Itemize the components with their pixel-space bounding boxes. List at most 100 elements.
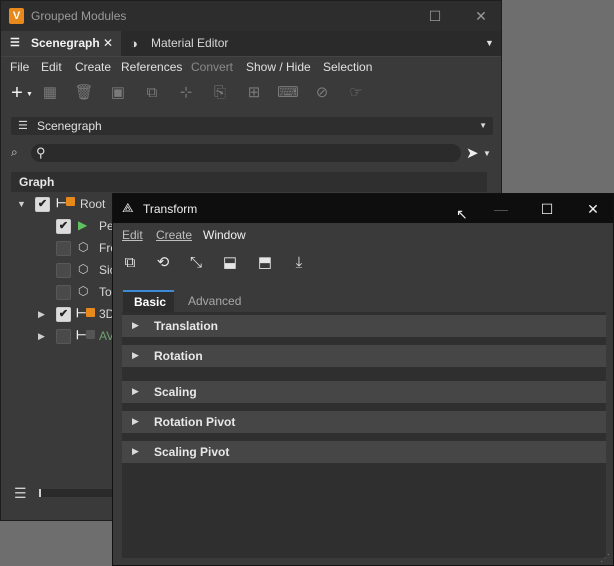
tree-row-side[interactable]: ⬡ Sic xyxy=(1,260,121,282)
menu-edit-label: Edit xyxy=(122,228,143,242)
tree-row-front[interactable]: ⬡ Fro xyxy=(1,238,121,260)
maximize-button[interactable]: ☐ xyxy=(421,5,449,27)
menu-file[interactable]: File xyxy=(10,60,29,74)
menu-create[interactable]: Create xyxy=(156,228,192,242)
add-node-icon[interactable]: + xyxy=(6,82,28,104)
hierarchy-icon[interactable]: ⊞ xyxy=(243,82,265,104)
menu-selection[interactable]: Selection xyxy=(323,60,372,74)
tree-row-root[interactable]: ▼ ✔ ⊢ Root xyxy=(1,194,121,216)
group-rotation[interactable]: ▶ Rotation xyxy=(122,345,606,367)
material-editor-icon: ◑ xyxy=(130,36,138,51)
tab-material-editor[interactable]: ◑ Material Editor xyxy=(125,31,285,56)
tab-menu-chevron-icon[interactable]: ▼ xyxy=(485,38,494,48)
visibility-checkbox[interactable]: ✔ xyxy=(56,307,71,322)
tab-scenegraph[interactable]: ☰ Scenegraph ✕ xyxy=(1,31,121,56)
group-nodes-icon[interactable]: ▦ xyxy=(39,82,61,104)
graph-section-header: Graph xyxy=(11,172,487,192)
expand-arrow-icon: ▶ xyxy=(132,320,139,330)
group-scaling[interactable]: ▶ Scaling xyxy=(122,381,606,403)
group-icon: ⊢ xyxy=(76,306,87,320)
scenegraph-list-icon: ☰ xyxy=(18,120,28,132)
visibility-checkbox[interactable]: ✔ xyxy=(56,219,71,234)
group-color-icon xyxy=(86,308,95,317)
close-button[interactable]: ✕ xyxy=(467,5,495,27)
expand-chevron-icon[interactable]: ▼ xyxy=(17,199,26,209)
menu-convert[interactable]: Convert xyxy=(191,60,233,74)
transform-properties-panel: ▶ Translation ▶ Rotation ▶ Scaling ▶ Rot… xyxy=(122,312,606,558)
move-to-center-icon[interactable]: ⬒ xyxy=(252,250,278,276)
window-title: Grouped Modules xyxy=(31,9,127,23)
tab-material-editor-label: Material Editor xyxy=(151,36,229,50)
reset-rotation-icon[interactable]: ⟲ xyxy=(150,250,176,276)
menu-edit[interactable]: Edit xyxy=(122,228,143,242)
visibility-checkbox[interactable] xyxy=(56,329,71,344)
main-title-bar[interactable]: V Grouped Modules ☐ ✕ xyxy=(1,1,501,31)
hide-icon[interactable]: ⊘ xyxy=(311,82,333,104)
tree-row-top[interactable]: ⬡ To xyxy=(1,282,121,304)
search-input[interactable]: ⚲ xyxy=(31,144,461,162)
tree-row-perspective[interactable]: ✔ ▶ Pe xyxy=(1,216,121,238)
rename-icon[interactable]: ⌨ xyxy=(277,82,299,104)
menu-show-hide[interactable]: Show / Hide xyxy=(246,60,311,74)
pick-menu-chevron-icon[interactable]: ▼ xyxy=(483,149,491,158)
copy-transform-icon[interactable]: ⧉ xyxy=(117,250,143,276)
close-button[interactable]: ✕ xyxy=(579,198,607,220)
transform-title-bar[interactable]: ⟁ Transform ↖ — ☐ ✕ xyxy=(113,194,613,223)
transform-window-title: Transform xyxy=(143,202,198,216)
tree-node-label: To xyxy=(99,285,112,299)
select-children-icon[interactable]: ⧉ xyxy=(141,82,163,104)
menu-create[interactable]: Create xyxy=(75,60,111,74)
group-rotation-pivot[interactable]: ▶ Rotation Pivot xyxy=(122,411,606,433)
pivot-icon[interactable]: ⊹ xyxy=(175,82,197,104)
visibility-checkbox[interactable]: ✔ xyxy=(35,197,50,212)
move-to-pivot-icon[interactable]: ⬓ xyxy=(217,250,243,276)
scene-selector-value: Scenegraph xyxy=(37,119,102,133)
add-node-chevron-icon[interactable]: ▼ xyxy=(26,91,33,98)
scene-selector-dropdown[interactable]: ☰ Scenegraph ▼ xyxy=(11,117,493,135)
search-icon: ⚲ xyxy=(36,145,46,160)
transform-toolbar: ⧉ ⟲ ⤡ ⬓ ⬒ ⤓ xyxy=(113,247,613,277)
dropdown-chevron-icon: ▼ xyxy=(479,121,487,130)
resize-grip-icon[interactable]: ⋰ xyxy=(600,553,610,564)
tab-close-icon[interactable]: ✕ xyxy=(103,31,113,56)
visibility-checkbox[interactable] xyxy=(56,285,71,300)
pick-cursor-icon[interactable]: ➤ xyxy=(466,144,479,162)
minimize-button[interactable]: — xyxy=(487,198,515,220)
menu-window[interactable]: Window xyxy=(203,228,246,242)
menu-create-label: Create xyxy=(156,228,193,242)
scenegraph-toolbar: + ▼ ▦ 🗑 ▣ ⧉ ⊹ ⎘ ⊞ ⌨ ⊘ ☞ xyxy=(1,79,501,107)
expand-chevron-icon[interactable]: ▶ xyxy=(38,309,45,320)
scale-icon[interactable]: ⤡ xyxy=(183,250,209,276)
cube-icon: ⬡ xyxy=(78,240,89,254)
maximize-button[interactable]: ☐ xyxy=(533,198,561,220)
visibility-checkbox[interactable] xyxy=(56,263,71,278)
copy-transform-icon[interactable]: ⎘ xyxy=(209,82,231,104)
horizontal-scrollbar[interactable] xyxy=(39,489,115,497)
group-label: Scaling xyxy=(154,385,197,399)
expand-chevron-icon[interactable]: ▶ xyxy=(38,331,45,342)
select-icon[interactable]: ▣ xyxy=(107,82,129,104)
transform-menu-bar: Edit Create Window xyxy=(113,225,613,245)
transform-window: ⟁ Transform ↖ — ☐ ✕ Edit Create Window ⧉… xyxy=(112,193,614,566)
expand-arrow-icon: ▶ xyxy=(132,350,139,360)
group-label: Rotation Pivot xyxy=(154,415,236,429)
tree-row-3d[interactable]: ▶ ✔ ⊢ 3D xyxy=(1,304,121,326)
group-color-icon xyxy=(86,330,95,339)
tree-row-av[interactable]: ▶ ⊢ AV xyxy=(1,326,121,348)
hamburger-menu-icon[interactable]: ☰ xyxy=(14,485,27,502)
group-color-icon xyxy=(66,197,75,206)
tree-node-label: Root xyxy=(80,197,106,211)
pick-icon[interactable]: ☞ xyxy=(345,82,367,104)
delete-icon[interactable]: 🗑 xyxy=(73,82,95,104)
menu-edit[interactable]: Edit xyxy=(41,60,62,74)
group-translation[interactable]: ▶ Translation xyxy=(122,315,606,337)
visibility-checkbox[interactable] xyxy=(56,241,71,256)
app-logo-icon: V xyxy=(9,8,24,24)
menu-references[interactable]: References xyxy=(121,60,182,74)
group-scaling-pivot[interactable]: ▶ Scaling Pivot xyxy=(122,441,606,463)
filter-icon[interactable]: ⌕ xyxy=(11,145,18,160)
drop-to-ground-icon[interactable]: ⤓ xyxy=(286,250,312,276)
tab-basic[interactable]: Basic xyxy=(123,290,174,312)
mouse-cursor-icon: ↖ xyxy=(456,206,468,222)
tab-advanced[interactable]: Advanced xyxy=(188,290,241,312)
